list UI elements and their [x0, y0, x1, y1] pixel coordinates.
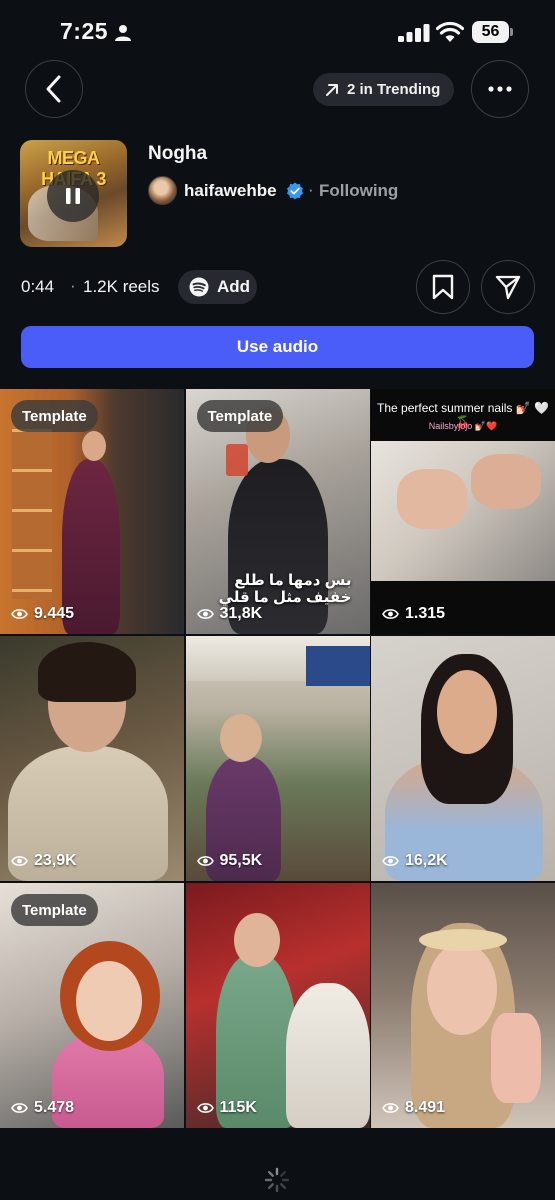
reel-face — [219, 714, 262, 762]
view-count: 5.478 — [11, 1099, 74, 1117]
view-count: 23,9K — [11, 852, 77, 870]
eye-icon — [382, 1103, 399, 1113]
use-audio-button[interactable]: Use audio — [21, 326, 534, 368]
hand-shape — [491, 1013, 541, 1103]
arrow-up-right-icon — [326, 83, 338, 96]
hand-shape — [471, 454, 541, 509]
hair-shape — [38, 642, 136, 702]
drink-glass — [225, 444, 248, 476]
reels-grid: Template 9.445 Template بس دمها ما طلع خ… — [0, 389, 555, 1128]
eye-icon — [11, 1103, 28, 1113]
view-count-value: 9.445 — [34, 605, 75, 622]
reel-thumbnail[interactable]: 115K — [185, 883, 370, 1128]
battery-level: 56 — [472, 21, 509, 43]
back-button[interactable] — [25, 60, 83, 118]
reel-overlay-text: بس دمها ما طلع خفيف مثل ما قلي — [218, 572, 352, 606]
separator-dot: · — [308, 180, 314, 199]
headband — [419, 929, 507, 951]
battery-indicator: 56 — [472, 21, 514, 43]
view-count-value: 8.491 — [405, 1099, 446, 1116]
song-title: Nogha — [148, 143, 208, 164]
reel-face — [76, 961, 142, 1041]
view-count: 115K — [196, 1099, 257, 1117]
shelf-decor — [12, 429, 52, 599]
send-icon — [495, 275, 521, 300]
reel-subject — [285, 983, 370, 1128]
reel-thumbnail[interactable]: 23,9K — [0, 636, 184, 881]
status-time: 7:25 — [60, 18, 109, 44]
reel-thumbnail[interactable]: The perfect summer nails 💅🏻 🤍🍒 Nailsbyjo… — [371, 389, 555, 634]
reel-thumbnail[interactable]: Template بس دمها ما طلع خفيف مثل ما قلي … — [185, 389, 370, 634]
view-count-value: 1.315 — [405, 605, 446, 622]
save-audio-button[interactable] — [416, 260, 470, 314]
reel-thumbnail[interactable]: 95,5K — [185, 636, 370, 881]
artist-name[interactable]: haifawehbe — [184, 181, 277, 201]
eye-icon — [382, 856, 399, 866]
view-count: 31,8K — [196, 605, 263, 623]
person-icon — [115, 25, 131, 41]
reel-face — [437, 670, 497, 754]
battery-tip — [510, 28, 513, 36]
add-to-spotify-button[interactable]: Add — [178, 270, 257, 304]
view-count: 8.491 — [382, 1099, 445, 1117]
reel-face — [82, 431, 106, 461]
audio-duration: 0:44 — [21, 277, 55, 296]
reels-count: 1.2K reels — [83, 277, 160, 296]
eye-icon — [196, 609, 214, 619]
artist-avatar[interactable] — [148, 176, 177, 205]
trending-label: 2 in Trending — [347, 81, 441, 98]
reel-face — [427, 943, 497, 1035]
eye-icon — [11, 856, 28, 866]
reel-thumbnail[interactable]: 8.491 — [371, 883, 555, 1128]
reel-thumbnail[interactable]: 16,2K — [371, 636, 555, 881]
share-audio-button[interactable] — [481, 260, 535, 314]
pause-icon — [66, 188, 80, 204]
eye-icon — [196, 1103, 214, 1113]
template-badge: Template — [11, 894, 98, 926]
reel-thumbnail[interactable]: Template 9.445 — [0, 389, 184, 634]
view-count: 95,5K — [196, 852, 263, 870]
template-badge: Template — [196, 400, 284, 432]
eye-icon — [196, 856, 214, 866]
wifi-icon — [436, 21, 464, 42]
add-label: Add — [217, 277, 251, 296]
template-badge: Template — [11, 400, 98, 432]
verified-badge-icon — [287, 182, 303, 200]
view-count-value: 115K — [219, 1099, 257, 1116]
reel-caption-credit: Nailsbyjojo 💅🏻❤️ — [428, 421, 498, 431]
eye-icon — [382, 609, 399, 619]
more-icon — [488, 86, 512, 92]
view-count-value: 5.478 — [34, 1099, 75, 1116]
eye-icon — [11, 609, 28, 619]
status-bar: 7:25 56 — [0, 0, 555, 62]
view-count-value: 23,9K — [34, 852, 77, 869]
separator-dot: · — [70, 276, 76, 295]
pause-button[interactable] — [47, 170, 99, 222]
view-count-value: 95,5K — [219, 852, 263, 869]
loading-spinner-icon — [264, 1167, 290, 1193]
more-options-button[interactable] — [471, 60, 529, 118]
signal-icon — [398, 24, 430, 42]
spotify-icon — [189, 277, 209, 297]
reel-face — [233, 913, 280, 967]
view-count-value: 16,2K — [405, 852, 448, 869]
tent-canopy — [305, 646, 370, 686]
following-button[interactable]: Following — [319, 181, 398, 201]
view-count: 1.315 — [382, 605, 445, 623]
reel-thumbnail[interactable]: Template 5.478 — [0, 883, 184, 1128]
hand-shape — [397, 469, 467, 529]
trending-badge[interactable]: 2 in Trending — [313, 73, 455, 106]
view-count-value: 31,8K — [219, 605, 263, 622]
view-count: 9.445 — [11, 605, 74, 623]
view-count: 16,2K — [382, 852, 448, 870]
chevron-left-icon — [46, 75, 61, 103]
bookmark-icon — [432, 274, 454, 300]
